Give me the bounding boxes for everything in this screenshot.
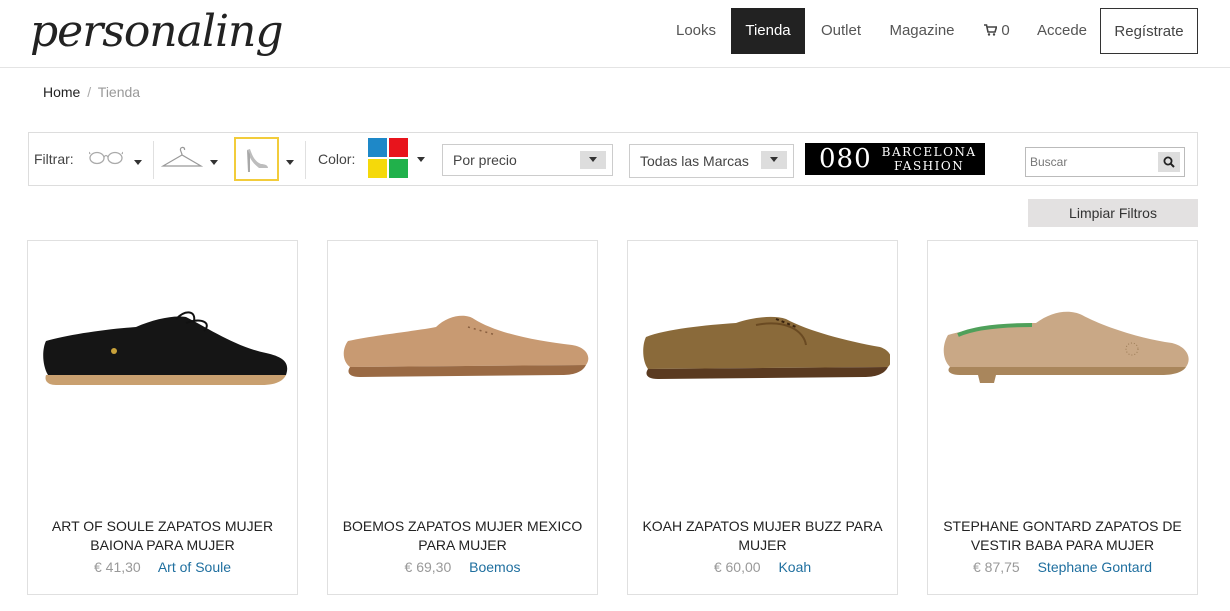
product-brand-link[interactable]: Koah: [778, 559, 811, 575]
cart-icon: [984, 24, 998, 36]
nav-looks[interactable]: Looks: [668, 8, 724, 54]
clear-filters-button[interactable]: Limpiar Filtros: [1028, 199, 1198, 227]
product-price: € 60,00: [713, 559, 761, 575]
product-title[interactable]: ART OF SOULE ZAPATOS MUJER BAIONA PARA M…: [28, 517, 297, 555]
filter-bar: Filtrar: Color: Por precio Todas las Mar…: [28, 132, 1198, 186]
color-picker[interactable]: [368, 138, 408, 178]
price-sort-value: Por precio: [453, 152, 517, 168]
glasses-icon[interactable]: [89, 149, 123, 165]
color-swatch-green[interactable]: [389, 159, 408, 178]
product-image: [43, 311, 288, 385]
product-image: [943, 311, 1189, 383]
product-card[interactable]: BOEMOS ZAPATOS MUJER MEXICO PARA MUJER €…: [327, 240, 598, 595]
product-price: € 87,75: [972, 559, 1020, 575]
product-image: [643, 316, 890, 379]
banner-line1: BARCELONA: [881, 145, 977, 159]
search-button[interactable]: [1158, 152, 1180, 172]
cart-count: 0: [1001, 22, 1010, 39]
product-title[interactable]: BOEMOS ZAPATOS MUJER MEXICO PARA MUJER: [328, 517, 597, 555]
glasses-dropdown-caret[interactable]: [134, 160, 142, 165]
filter-divider: [153, 141, 154, 179]
register-button[interactable]: Regístrate: [1100, 8, 1198, 54]
banner-number: 080: [819, 144, 872, 174]
high-heel-shoe-icon: [247, 149, 268, 172]
product-meta: € 60,00 Koah: [628, 559, 897, 575]
breadcrumb-separator: /: [87, 84, 92, 100]
color-label: Color:: [318, 151, 356, 167]
site-header: personaling Looks Tienda Outlet Magazine…: [0, 0, 1230, 68]
filter-label: Filtrar:: [34, 151, 74, 167]
product-brand-link[interactable]: Art of Soule: [158, 559, 231, 575]
shoe-filter-selected[interactable]: [234, 137, 279, 181]
chevron-down-icon: [761, 151, 787, 169]
hanger-icon[interactable]: [161, 146, 203, 170]
hanger-dropdown-caret[interactable]: [210, 160, 218, 165]
price-sort-select[interactable]: Por precio: [442, 144, 613, 176]
breadcrumb-current: Tienda: [97, 84, 141, 100]
nav-magazine[interactable]: Magazine: [883, 8, 961, 54]
color-dropdown-caret[interactable]: [417, 157, 425, 162]
product-brand-link[interactable]: Stephane Gontard: [1038, 559, 1152, 575]
product-image: [343, 315, 589, 377]
search-box: [1025, 147, 1185, 177]
product-brand-link[interactable]: Boemos: [469, 559, 520, 575]
nav-cart[interactable]: 0: [975, 8, 1019, 54]
product-card[interactable]: STEPHANE GONTARD ZAPATOS DE VESTIR BABA …: [927, 240, 1198, 595]
brand-select-value: Todas las Marcas: [640, 153, 749, 169]
nav-tienda[interactable]: Tienda: [731, 8, 805, 54]
product-meta: € 69,30 Boemos: [328, 559, 597, 575]
barcelona-fashion-banner[interactable]: 080 BARCELONA FASHION: [805, 143, 985, 175]
product-price: € 41,30: [94, 559, 141, 575]
shoe-dropdown-caret[interactable]: [286, 160, 294, 165]
product-title[interactable]: KOAH ZAPATOS MUJER BUZZ PARA MUJER: [628, 517, 897, 555]
breadcrumb: Home / Tienda: [43, 84, 140, 100]
color-swatch-red[interactable]: [389, 138, 408, 157]
product-card[interactable]: KOAH ZAPATOS MUJER BUZZ PARA MUJER € 60,…: [627, 240, 898, 595]
product-meta: € 41,30 Art of Soule: [28, 559, 297, 575]
color-swatch-blue[interactable]: [368, 138, 387, 157]
banner-text: BARCELONA FASHION: [882, 145, 977, 173]
product-title[interactable]: STEPHANE GONTARD ZAPATOS DE VESTIR BABA …: [928, 517, 1197, 555]
product-meta: € 87,75 Stephane Gontard: [928, 559, 1197, 575]
color-swatch-yellow[interactable]: [368, 159, 387, 178]
banner-line2: FASHION: [894, 159, 965, 173]
chevron-down-icon: [580, 151, 606, 169]
product-price: € 69,30: [404, 559, 452, 575]
brand-select[interactable]: Todas las Marcas: [629, 144, 794, 178]
site-logo[interactable]: personaling: [30, 6, 284, 57]
nav-login[interactable]: Accede: [1030, 8, 1094, 54]
search-icon: [1163, 156, 1175, 168]
breadcrumb-home[interactable]: Home: [43, 84, 80, 100]
nav-outlet[interactable]: Outlet: [812, 8, 870, 54]
product-card[interactable]: ART OF SOULE ZAPATOS MUJER BAIONA PARA M…: [27, 240, 298, 595]
search-input[interactable]: [1030, 150, 1152, 174]
filter-divider: [305, 141, 306, 179]
